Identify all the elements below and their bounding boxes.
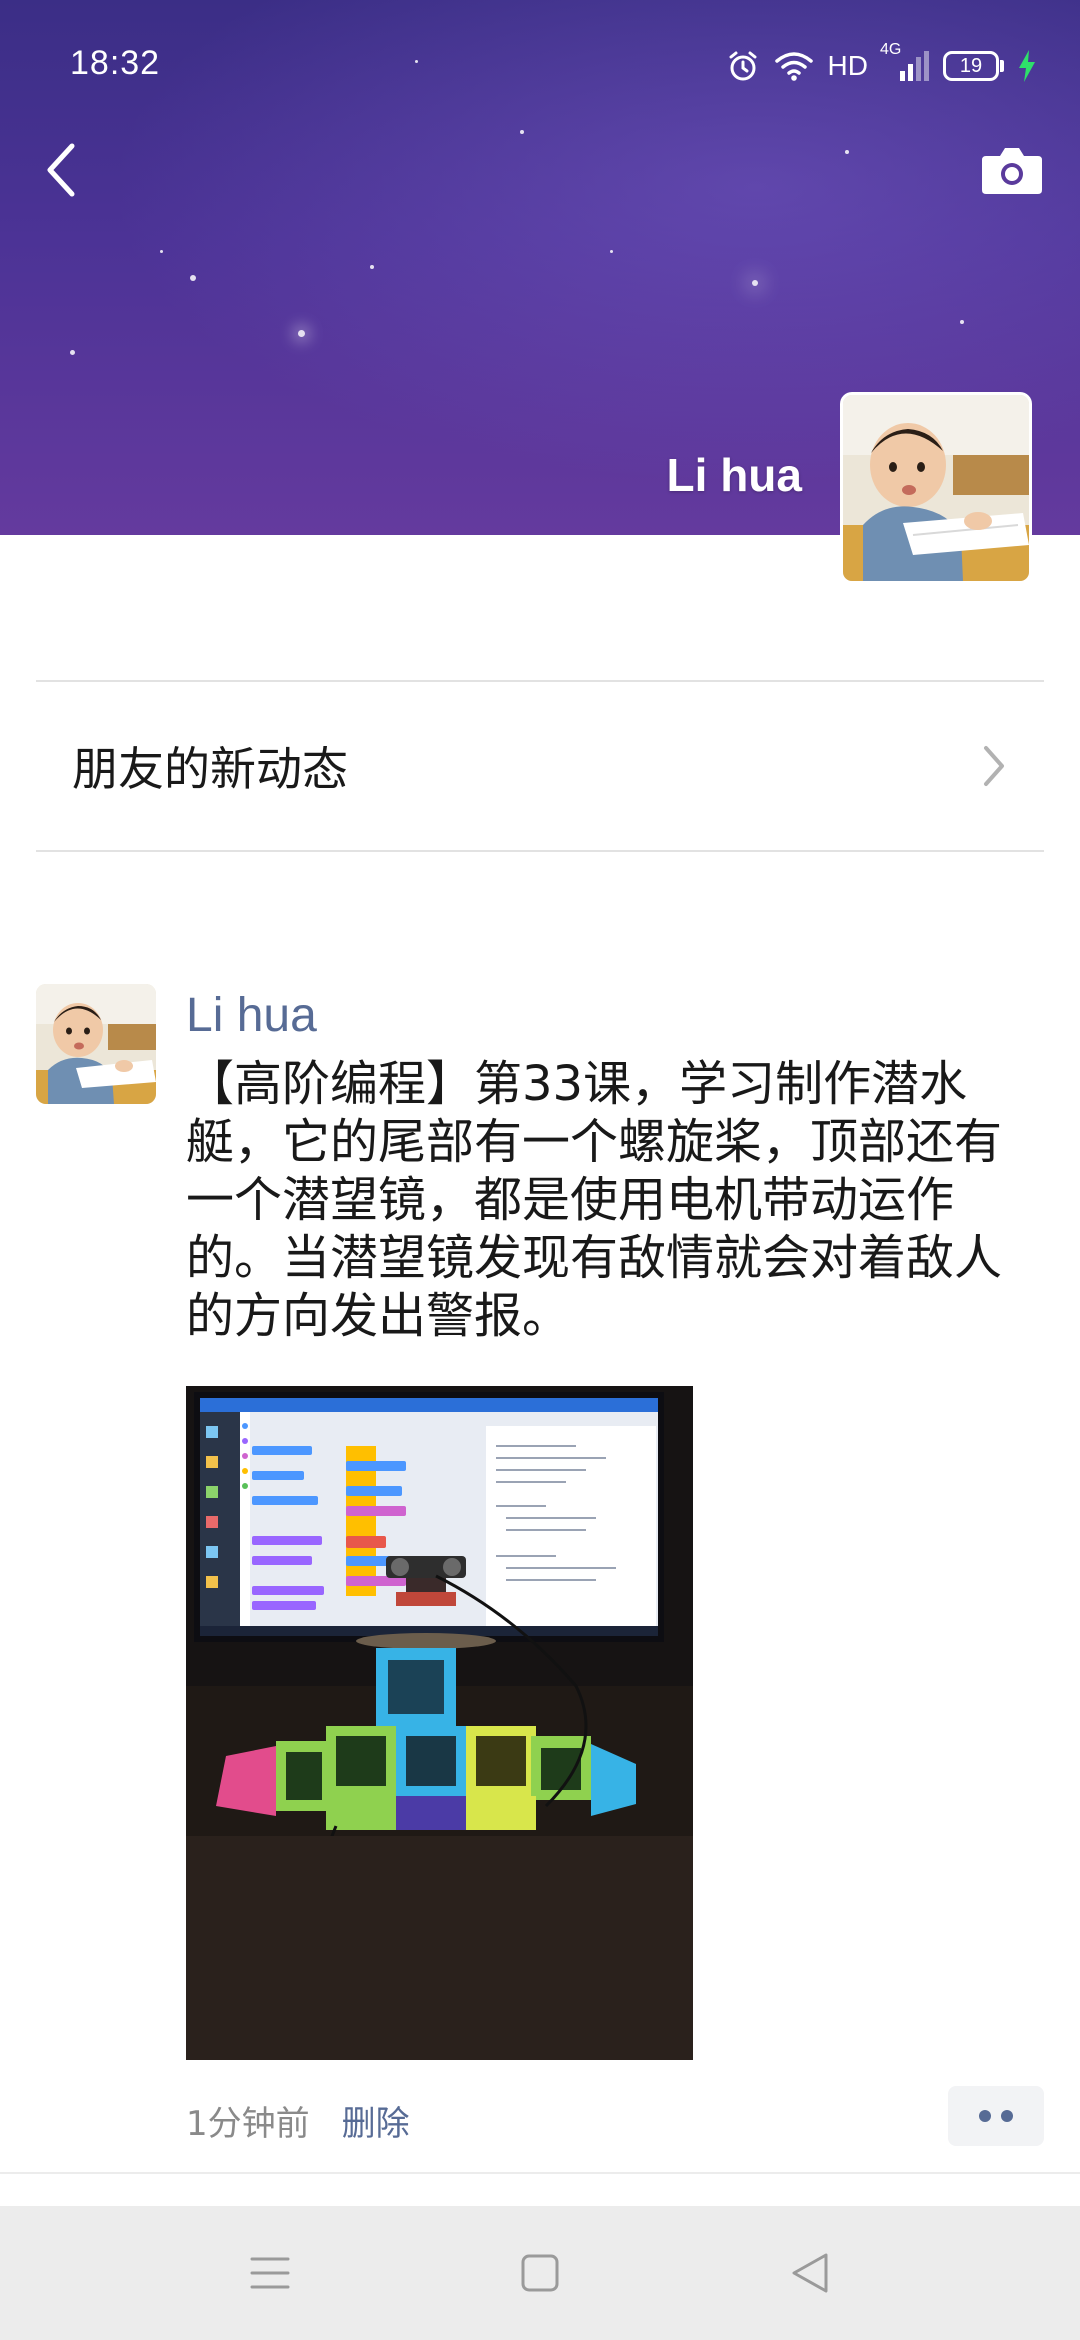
owner-name: Li hua [666, 449, 802, 501]
network-label: HD [827, 50, 868, 81]
friends-updates-label: 朋友的新动态 [72, 742, 348, 796]
divider [36, 850, 1044, 852]
divider [0, 2172, 1080, 2174]
status-bar: 18:32 HD 4G 19 [0, 0, 1080, 130]
signal-label: 4G [880, 41, 902, 58]
star-decoration [960, 320, 964, 324]
more-dots-icon [979, 2110, 991, 2122]
chevron-right-icon [984, 746, 1004, 786]
star-decoration [752, 280, 758, 286]
home-square-icon [521, 2254, 559, 2292]
more-actions-button[interactable] [948, 2086, 1044, 2146]
camera-button[interactable] [974, 135, 1050, 205]
star-decoration [610, 250, 613, 253]
charging-icon [1018, 50, 1036, 82]
star-decoration [298, 330, 305, 337]
star-decoration [520, 130, 524, 134]
more-dots-icon [1001, 2110, 1013, 2122]
star-decoration [160, 250, 163, 253]
friends-updates-row[interactable]: 朋友的新动态 [36, 682, 1044, 850]
nav-back-button[interactable] [780, 2243, 840, 2303]
menu-button[interactable] [240, 2243, 300, 2303]
star-decoration [370, 265, 374, 269]
star-decoration [845, 150, 849, 154]
post-author-name[interactable]: Li hua [186, 988, 317, 1043]
star-decoration [70, 350, 75, 355]
star-decoration [190, 275, 196, 281]
owner-avatar[interactable] [840, 392, 1032, 584]
status-icons: HD 4G 19 [726, 41, 1036, 88]
post-author-avatar[interactable] [36, 984, 156, 1104]
delete-link[interactable]: 删除 [342, 2096, 410, 2145]
post-timestamp: 1分钟前 [186, 2103, 310, 2144]
post-photo[interactable] [186, 1386, 693, 2060]
wifi-icon [774, 50, 814, 82]
alarm-icon [726, 49, 760, 83]
cell-signal-icon: 4G [880, 41, 929, 81]
camera-icon [982, 148, 1042, 194]
post-text: 【高阶编程】第33课，学习制作潜水艇，它的尾部有一个螺旋桨，顶部还有一个潜望镜，… [186, 1056, 1003, 1344]
battery-icon: 19 [943, 51, 1004, 81]
post-meta: 1分钟前 删除 [186, 2096, 410, 2144]
back-button[interactable] [30, 130, 90, 210]
back-icon [47, 143, 75, 197]
triangle-back-icon [792, 2253, 828, 2293]
status-time: 18:32 [70, 44, 161, 82]
home-button[interactable] [510, 2243, 570, 2303]
battery-level: 19 [943, 51, 999, 81]
system-navigation-bar [0, 2206, 1080, 2340]
menu-icon [250, 2257, 290, 2289]
